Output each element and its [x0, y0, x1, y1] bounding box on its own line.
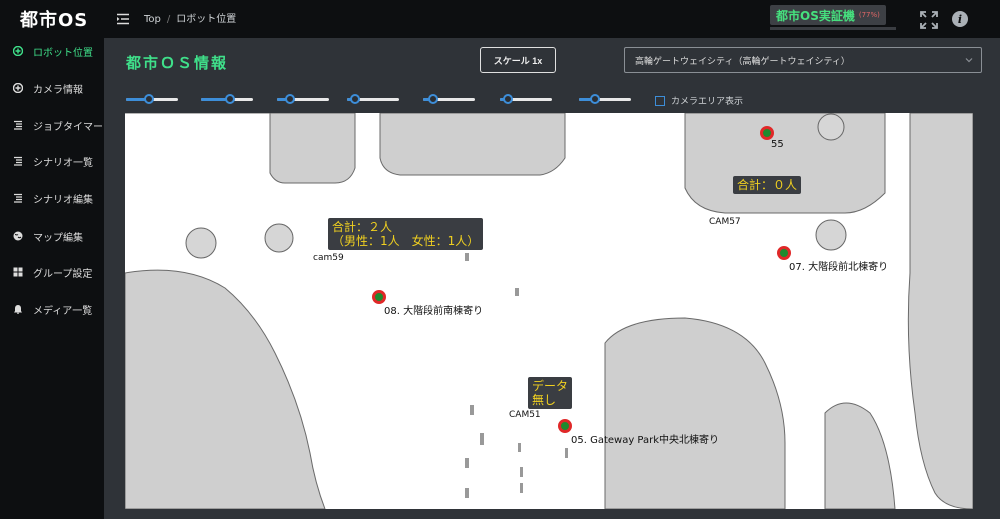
bell-icon [13, 304, 23, 314]
slider-3[interactable] [277, 94, 329, 104]
slider-handle[interactable] [144, 94, 155, 104]
sidebar-item-label: ジョブタイマー [33, 121, 103, 133]
camera-count-box: 合計：０人 [733, 176, 802, 194]
sidebar-item-label: カメラ情報 [33, 84, 83, 96]
slider-handle[interactable] [285, 94, 295, 104]
scale-button[interactable]: スケール 1x [480, 47, 556, 73]
sidebar-item-scenario-edit[interactable]: シナリオ編集 [0, 187, 104, 209]
camera-count-box: 合計：２人 （男性：1人 女性：1人） [328, 218, 484, 250]
camera-label[interactable]: CAM57 [709, 217, 741, 227]
breadcrumb-top-link[interactable]: Top [144, 14, 161, 25]
device-badge-underline [770, 27, 896, 30]
breadcrumb-current: ロボット位置 [176, 14, 237, 25]
main-panel: 都市ＯＳ情報 スケール 1x 高輪ゲートウェイシティ（高輪ゲートウェイシティ） … [104, 38, 1000, 519]
sidebar-item-label: メディア一覧 [33, 305, 93, 317]
list-icon [13, 156, 23, 166]
sidebar-item-label: ロボット位置 [33, 47, 93, 59]
robot-marker[interactable] [558, 419, 572, 433]
menu-toggle-icon[interactable] [116, 10, 130, 25]
sidebar-item-scenario-list[interactable]: シナリオ一覧 [0, 150, 104, 172]
slider-2[interactable] [201, 94, 253, 104]
camera-count-box: データ 無し [528, 377, 573, 409]
plus-circle-icon [13, 46, 23, 56]
robot-map[interactable]: 55 07. 大階段前北棟寄り 08. 大階段前南棟寄り 05. Gateway… [125, 113, 973, 509]
info-icon[interactable]: i [952, 11, 968, 27]
sidebar-item-job-timer[interactable]: ジョブタイマー [0, 114, 104, 136]
robot-label: 08. 大階段前南棟寄り [384, 306, 484, 317]
plus-circle-icon [13, 83, 23, 93]
robot-label: 55 [771, 139, 784, 150]
site-select-value: 高輪ゲートウェイシティ（高輪ゲートウェイシティ） [635, 56, 850, 67]
sidebar-item-label: グループ設定 [33, 268, 93, 280]
app-root: 都市OS ロボット位置 カメラ情報 ジョブタイマー シナリオ一覧 シナリオ編集 … [0, 0, 1000, 519]
list-icon [13, 193, 23, 203]
slider-handle[interactable] [589, 94, 600, 104]
robot-label: 05. Gateway Park中央北棟寄り [571, 435, 720, 446]
camera-area-checkbox[interactable] [655, 95, 665, 106]
slider-handle[interactable] [349, 94, 360, 104]
camera-area-label: カメラエリア表示 [671, 97, 744, 107]
slider-4[interactable] [347, 94, 399, 104]
device-name: 都市OS実証機 [776, 8, 855, 23]
robot-marker[interactable] [760, 126, 774, 140]
fullscreen-icon[interactable] [920, 11, 938, 29]
sidebar-item-map-edit[interactable]: マップ編集 [0, 225, 104, 247]
slider-5[interactable] [423, 94, 475, 104]
sidebar-item-label: マップ編集 [33, 232, 83, 244]
breadcrumb-separator: / [166, 14, 171, 25]
slider-handle[interactable] [428, 94, 439, 104]
slider-handle[interactable] [502, 94, 513, 104]
chevron-down-icon [965, 56, 973, 64]
camera-label[interactable]: CAM51 [509, 410, 541, 420]
slider-6[interactable] [500, 94, 552, 104]
sidebar-item-media-list[interactable]: メディア一覧 [0, 298, 104, 320]
top-bar: Top / ロボット位置 都市OS実証機 (77%) i [104, 0, 1000, 38]
camera-label[interactable]: cam59 [313, 253, 344, 263]
slider-row [104, 88, 1000, 110]
globe-icon [13, 231, 23, 241]
grid-icon [13, 267, 23, 277]
page-title: 都市ＯＳ情報 [126, 54, 229, 72]
sidebar-item-label: シナリオ一覧 [33, 157, 93, 169]
camera-area-toggle[interactable]: カメラエリア表示 [655, 94, 743, 107]
sidebar-item-camera-info[interactable]: カメラ情報 [0, 77, 104, 99]
device-battery-percent: (77%) [858, 11, 880, 19]
sidebar-item-label: シナリオ編集 [33, 194, 93, 206]
site-select[interactable]: 高輪ゲートウェイシティ（高輪ゲートウェイシティ） [624, 47, 982, 73]
list-icon [13, 120, 23, 130]
slider-7[interactable] [579, 94, 631, 104]
breadcrumb: Top / ロボット位置 [144, 10, 236, 25]
app-logo[interactable]: 都市OS [20, 6, 88, 32]
sidebar: 都市OS ロボット位置 カメラ情報 ジョブタイマー シナリオ一覧 シナリオ編集 … [0, 0, 104, 519]
robot-label: 07. 大階段前北棟寄り [789, 262, 889, 273]
sidebar-item-group-settings[interactable]: グループ設定 [0, 261, 104, 283]
device-status-badge[interactable]: 都市OS実証機 (77%) [770, 5, 886, 25]
floor-plan [125, 113, 973, 509]
slider-handle[interactable] [224, 94, 235, 104]
slider-1[interactable] [126, 94, 178, 104]
sidebar-item-robot-position[interactable]: ロボット位置 [0, 40, 104, 62]
